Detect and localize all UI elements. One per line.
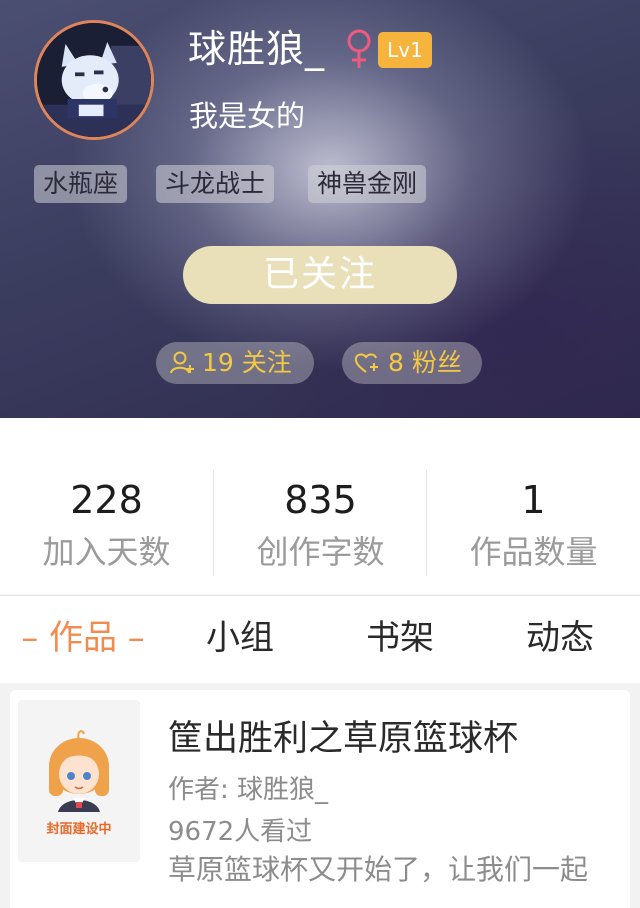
tag-item: 水瓶座	[34, 165, 128, 203]
follow-button[interactable]: 已关注	[183, 246, 457, 304]
heart-plus-icon	[354, 353, 378, 373]
stat-value: 1	[521, 478, 546, 522]
stat-word-count: 835 创作字数	[214, 418, 427, 594]
tab-bookshelf[interactable]: 书架	[350, 610, 450, 666]
stat-value: 835	[284, 478, 357, 522]
following-button[interactable]: 19 关注	[156, 342, 314, 384]
username: 球胜狼_	[188, 27, 326, 71]
avatar-image	[37, 23, 151, 137]
tab-activity[interactable]: 动态	[510, 610, 610, 666]
tab-groups[interactable]: 小组	[190, 610, 290, 666]
followers-count: 8 粉丝	[388, 348, 462, 377]
profile-header: 球胜狼_ Lv1 我是女的 水瓶座 斗龙战士 神兽金刚 已关注 19 关注 8 …	[0, 0, 640, 418]
add-user-icon	[170, 351, 194, 374]
work-description: 草原篮球杯又开始了，让我们一起	[168, 853, 589, 886]
stat-value: 228	[70, 478, 143, 522]
followers-button[interactable]: 8 粉丝	[342, 342, 482, 384]
work-card[interactable]: 封面建设中 筐出胜利之草原篮球杯 作者: 球胜狼_ 9672人看过 草原篮球杯又…	[10, 690, 630, 908]
stat-join-days: 228 加入天数	[0, 418, 213, 594]
work-views: 9672人看过	[168, 817, 313, 847]
stat-works-count: 1 作品数量	[427, 418, 640, 594]
tab-works[interactable]: – 作品 –	[10, 610, 156, 666]
tab-bar: – 作品 – 小组 书架 动态	[0, 595, 640, 683]
stat-label: 加入天数	[42, 533, 171, 571]
work-title[interactable]: 筐出胜利之草原篮球杯	[168, 716, 518, 762]
bio-text: 我是女的	[189, 99, 306, 133]
level-badge: Lv1	[378, 32, 432, 68]
cover-label: 封面建设中	[46, 822, 112, 837]
following-count: 19 关注	[202, 348, 292, 377]
work-author: 作者: 球胜狼_	[168, 775, 329, 805]
stat-label: 作品数量	[469, 533, 598, 571]
tag-item: 神兽金刚	[308, 165, 427, 203]
work-cover: 封面建设中	[18, 700, 140, 862]
cover-illustration	[18, 700, 140, 862]
stats-panel: 228 加入天数 835 创作字数 1 作品数量	[0, 418, 640, 594]
tag-item: 斗龙战士	[156, 165, 275, 203]
female-icon	[347, 29, 371, 68]
avatar[interactable]	[34, 20, 154, 140]
stat-label: 创作字数	[256, 533, 385, 571]
